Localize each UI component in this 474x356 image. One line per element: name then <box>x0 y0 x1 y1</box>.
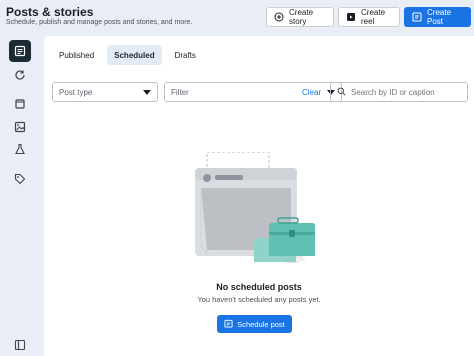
create-post-label: Create Post <box>427 8 452 26</box>
content-icon <box>15 99 25 109</box>
create-reel-button[interactable]: Create reel <box>338 7 400 27</box>
empty-state-title: No scheduled posts <box>216 282 302 292</box>
schedule-post-button[interactable]: Schedule post <box>217 315 292 333</box>
tab-published[interactable]: Published <box>52 45 101 65</box>
refresh-icon <box>15 70 25 80</box>
post-edit-icon <box>412 12 422 22</box>
create-post-button[interactable]: Create Post <box>404 7 471 27</box>
create-reel-label: Create reel <box>361 8 386 26</box>
nav-item-content[interactable] <box>9 93 31 115</box>
chevron-down-icon <box>143 90 151 95</box>
post-type-dropdown[interactable]: Post type <box>52 82 158 102</box>
posts-icon <box>14 45 26 57</box>
page-subtitle: Schedule, publish and manage posts and s… <box>6 19 193 26</box>
schedule-post-label: Schedule post <box>237 319 285 329</box>
schedule-icon <box>224 319 233 330</box>
nav-item-media[interactable] <box>9 116 31 138</box>
tab-scheduled[interactable]: Scheduled <box>107 45 162 65</box>
collapse-panel-icon <box>14 339 26 351</box>
create-story-label: Create story <box>289 8 314 26</box>
filter-label: Filter <box>171 87 189 97</box>
nav-item-tags[interactable] <box>9 168 31 190</box>
tag-icon <box>14 173 26 185</box>
nav-item-activity[interactable] <box>9 64 31 86</box>
search-input[interactable] <box>351 87 461 97</box>
flask-icon <box>15 143 25 155</box>
empty-state-illustration <box>187 151 315 276</box>
post-type-label: Post type <box>59 87 93 97</box>
tab-bar: Published Scheduled Drafts <box>52 45 203 65</box>
image-icon <box>14 121 26 133</box>
page-title: Posts & stories <box>6 5 94 19</box>
reel-icon <box>346 12 356 22</box>
left-navigation <box>0 36 38 356</box>
story-plus-icon <box>274 12 284 22</box>
clear-filters-link[interactable]: Clear <box>302 88 321 97</box>
page-header: Posts & stories Schedule, publish and ma… <box>0 0 474 40</box>
search-icon <box>337 83 346 101</box>
nav-item-experiments[interactable] <box>9 138 31 160</box>
search-box <box>330 82 468 102</box>
nav-item-collapse[interactable] <box>9 334 31 356</box>
main-panel: Published Scheduled Drafts Post type Fil… <box>44 36 474 356</box>
create-story-button[interactable]: Create story <box>266 7 334 27</box>
tab-drafts[interactable]: Drafts <box>168 45 203 65</box>
nav-item-posts[interactable] <box>9 40 31 62</box>
empty-state-description: You haven't scheduled any posts yet. <box>197 295 321 304</box>
